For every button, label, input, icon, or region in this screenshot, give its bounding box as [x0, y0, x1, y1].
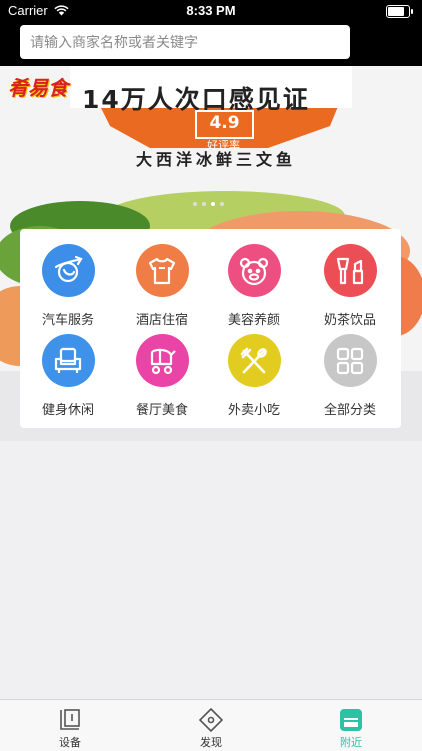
search-input[interactable]: 请输入商家名称或者关键字 [20, 25, 350, 59]
banner-subtitle: 大西洋冰鲜三文鱼 [136, 150, 297, 169]
category-label: 健身休闲 [41, 403, 94, 418]
stroller-icon [135, 334, 189, 387]
status-time: 8:33 PM [186, 3, 236, 18]
page-dot[interactable] [211, 202, 215, 206]
category-beauty[interactable]: 美容养颜 [208, 244, 300, 328]
battery-level [388, 7, 405, 16]
car-service-icon [41, 244, 95, 297]
hotel-shirt-icon [135, 244, 189, 297]
makeup-brush-icon [323, 244, 377, 297]
category-label: 全部分类 [323, 403, 376, 418]
search-header: 请输入商家名称或者关键字 [0, 22, 422, 66]
category-label: 汽车服务 [41, 313, 94, 328]
category-milk-tea[interactable]: 奶茶饮品 [304, 244, 396, 328]
category-car-service[interactable]: 汽车服务 [22, 244, 114, 328]
status-bar: Carrier 8:33 PM [0, 0, 422, 22]
category-restaurant[interactable]: 餐厅美食 [116, 334, 208, 418]
brand-logo: 肴易食 [8, 76, 68, 100]
tab-nearby[interactable]: 附近 [311, 706, 391, 750]
tab-label: 发现 [200, 736, 222, 749]
category-label: 外卖小吃 [227, 403, 280, 418]
category-hotel[interactable]: 酒店住宿 [116, 244, 208, 328]
fitness-sofa-icon [41, 334, 95, 387]
category-all[interactable]: 全部分类 [304, 334, 396, 418]
rating-value: 4.9 [195, 110, 254, 139]
category-fitness[interactable]: 健身休闲 [22, 334, 114, 418]
tab-bar: 设备 发现 附近 [0, 699, 422, 751]
page-dot[interactable] [220, 202, 224, 206]
discover-icon [171, 706, 251, 734]
tab-discover[interactable]: 发现 [171, 706, 251, 750]
search-placeholder: 请输入商家名称或者关键字 [30, 35, 198, 51]
beauty-bear-icon [227, 244, 281, 297]
tab-label: 附近 [340, 736, 362, 749]
tab-label: 设备 [59, 736, 81, 749]
category-label: 酒店住宿 [135, 313, 188, 328]
banner-page-indicator [193, 202, 224, 206]
page-dot[interactable] [193, 202, 197, 206]
device-icon [30, 706, 110, 734]
page-dot[interactable] [202, 202, 206, 206]
utensils-icon [227, 334, 281, 387]
category-grid: 汽车服务 酒店住宿 美容养颜 奶茶饮品 健身休闲 餐厅美食 外卖小吃 全部分类 [20, 229, 401, 428]
tab-device[interactable]: 设备 [30, 706, 110, 750]
category-label: 美容养颜 [227, 313, 280, 328]
nearby-icon [311, 706, 391, 734]
category-label: 奶茶饮品 [323, 313, 376, 328]
category-takeout[interactable]: 外卖小吃 [208, 334, 300, 418]
grid-icon [323, 334, 377, 387]
battery-icon [386, 5, 413, 18]
category-label: 餐厅美食 [135, 403, 188, 418]
